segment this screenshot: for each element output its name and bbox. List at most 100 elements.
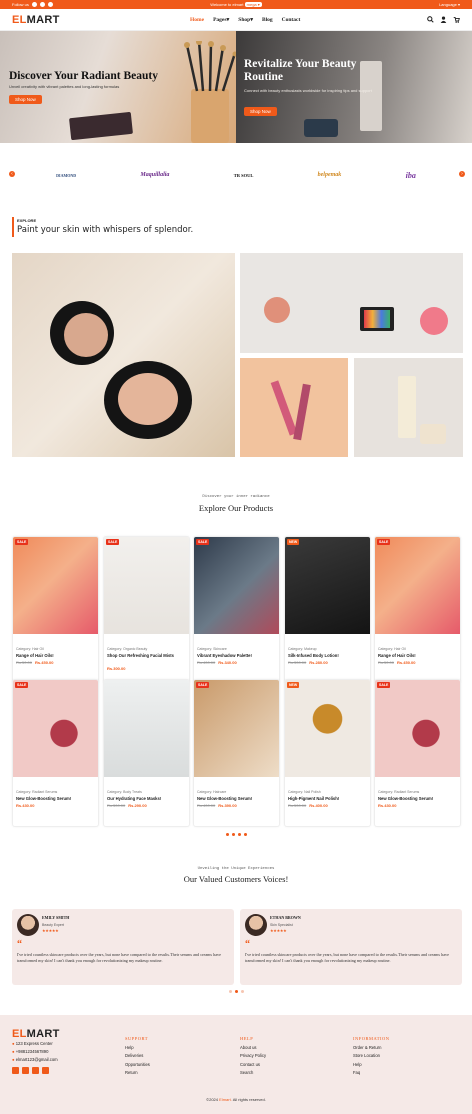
nav-contact[interactable]: Contact <box>282 17 301 23</box>
footer-link[interactable]: Search <box>240 1069 266 1078</box>
nav-blog[interactable]: Blog <box>262 17 273 23</box>
product-badge: SALE <box>196 539 210 545</box>
footer-link[interactable]: Privacy Policy <box>240 1052 266 1061</box>
product-price: Rs.50.00 Rs.450.00 <box>16 660 53 665</box>
address: ● 123 Express Center <box>12 1041 53 1046</box>
facebook-icon[interactable] <box>12 1067 19 1074</box>
product-image[interactable] <box>285 537 370 634</box>
product-image[interactable] <box>285 680 370 777</box>
brand-trsoul-logo[interactable]: TR SOUL <box>234 173 254 178</box>
facebook-icon[interactable] <box>31 2 37 7</box>
footer-information: INFORMATION Order & Return Store Locatio… <box>353 1035 390 1078</box>
email[interactable]: ● elmart123@gmail.com <box>12 1056 58 1064</box>
footer-link[interactable]: Deliveries <box>125 1052 150 1061</box>
quote-icon: “ <box>17 939 22 950</box>
hero-1-title: Discover Your Radiant Beauty <box>9 70 158 82</box>
footer-link[interactable]: Order & Return <box>353 1044 390 1053</box>
product-card[interactable]: SALE Category: Radiant Serums New Glow-Boo… <box>374 679 461 827</box>
twitter-icon[interactable] <box>47 2 53 7</box>
product-card[interactable]: SALE Category: Hair Oil Range of Hair Oils… <box>374 536 461 684</box>
product-name[interactable]: New Glow-Boosting Serum! <box>197 796 279 801</box>
search-icon[interactable] <box>427 16 434 23</box>
cart-icon[interactable] <box>453 16 460 23</box>
nav-home[interactable]: Home <box>190 17 204 23</box>
welcome-dropdown[interactable]: mega ▾ <box>244 2 262 7</box>
product-image[interactable] <box>13 537 98 634</box>
brand-diamond-logo[interactable]: DIAMOND <box>56 173 76 178</box>
product-name[interactable]: Range of Hair Oils! <box>378 653 460 658</box>
product-image[interactable] <box>375 680 460 777</box>
nav-pages[interactable]: Pages▾ <box>213 17 229 23</box>
footer: ELMART ● 123 Express Center ● +988123456… <box>0 1015 472 1114</box>
product-image[interactable] <box>104 680 189 777</box>
product-card[interactable]: SALE Category: Skincare Vibrant Eyeshadow … <box>193 536 280 684</box>
twitter-icon[interactable] <box>32 1067 39 1074</box>
hero-2-text: Connect with beauty enthusiasts worldwid… <box>244 88 372 93</box>
instagram-icon[interactable] <box>39 2 45 7</box>
page-dot[interactable] <box>228 990 232 993</box>
welcome-text: Welcome to elmart mega ▾ <box>210 2 262 7</box>
brand-maquillalia-logo[interactable]: Maquillalia <box>140 172 169 178</box>
footer-support: SUPPORT Help Deliveries Opportunities Re… <box>125 1035 150 1078</box>
hero-1-shop-button[interactable]: Shop Now <box>9 95 42 104</box>
nav-shop[interactable]: Shop▾ <box>238 17 253 23</box>
product-name[interactable]: Silk-Infused Body Lotion! <box>288 653 370 658</box>
product-card[interactable]: SALE Category: Radiant Serums New Glow-Boo… <box>12 679 99 827</box>
page-dot[interactable] <box>243 833 247 836</box>
footer-link[interactable]: Contact us <box>240 1061 266 1070</box>
product-name[interactable]: High-Pigment Nail Polish! <box>288 796 370 801</box>
product-card[interactable]: SALE Category: Haircare New Glow-Boosting … <box>193 679 280 827</box>
page-dot[interactable] <box>237 833 241 836</box>
product-image[interactable] <box>194 537 279 634</box>
product-name[interactable]: New Glow-Boosting Serum! <box>378 796 460 801</box>
user-icon[interactable] <box>440 16 447 23</box>
instagram-icon[interactable] <box>42 1067 49 1074</box>
products-subtitle: Discover your inner radiance <box>202 495 270 499</box>
footer-link[interactable]: Return <box>125 1069 150 1078</box>
brand-iba-logo[interactable]: iba <box>406 171 416 180</box>
product-image[interactable] <box>375 537 460 634</box>
product-image[interactable] <box>104 537 189 634</box>
page-dot[interactable] <box>225 833 229 836</box>
footer-link[interactable]: Help <box>353 1061 390 1070</box>
phone[interactable]: ● +9881234567890 <box>12 1048 58 1056</box>
product-card[interactable]: NEW Category: Nail Polish High-Pigment Nai… <box>284 679 371 827</box>
youtube-icon[interactable] <box>22 1067 29 1074</box>
footer-link[interactable]: Store Location <box>353 1052 390 1061</box>
language-select[interactable]: Language ▾ <box>439 2 460 7</box>
products-title: Explore Our Products <box>198 503 274 513</box>
brand-belpemak-logo[interactable]: belpemak <box>318 172 342 178</box>
footer-link[interactable]: Opportunities <box>125 1061 150 1070</box>
page-dot[interactable] <box>234 990 238 993</box>
product-badge: SALE <box>196 682 210 688</box>
product-card[interactable]: NEW Category: Makeup Silk-Infused Body Lot… <box>284 536 371 684</box>
product-name[interactable]: Our Hydrating Face Masks! <box>107 796 189 801</box>
footer-logo[interactable]: ELMART <box>12 1028 60 1040</box>
logo[interactable]: ELMART <box>12 14 60 26</box>
testimonial-role: Skin Specialist <box>270 923 293 927</box>
hero-1-text: Unveil creativity with vibrant palettes … <box>9 84 120 89</box>
sale-price: Rs.450.00 <box>35 660 54 665</box>
main-nav: ELMART Home Pages▾ Shop▾ Blog Contact <box>0 9 472 31</box>
product-name[interactable]: Vibrant Eyeshadow Palette! <box>197 653 279 658</box>
hero-2-shop-button[interactable]: Shop Now <box>244 107 277 116</box>
product-card[interactable]: SALE Category: Hair Oil Range of Hair Oils… <box>12 536 99 684</box>
footer-link[interactable]: About us <box>240 1044 266 1053</box>
product-card[interactable]: Category: Body Treats Our Hydrating Face … <box>103 679 190 827</box>
footer-link[interactable]: Help <box>125 1044 150 1053</box>
old-price: Rs.400.00 <box>197 803 216 808</box>
product-image[interactable] <box>194 680 279 777</box>
page-dot[interactable] <box>231 833 235 836</box>
testimonial-text: I've tried countless skincare products o… <box>17 952 222 963</box>
page-dot[interactable] <box>240 990 244 993</box>
footer-link[interactable]: Faq <box>353 1069 390 1078</box>
product-name[interactable]: Range of Hair Oils! <box>16 653 98 658</box>
product-price: Rs.50.00 Rs.450.00 <box>378 660 415 665</box>
product-image[interactable] <box>13 680 98 777</box>
product-name[interactable]: Shop Our Refreshing Facial Mists <box>107 653 189 658</box>
product-category: Category: Hair Oil <box>378 647 406 651</box>
sale-price: Rs.280.00 <box>309 660 328 665</box>
product-name[interactable]: New Glow-Boosting Serum! <box>16 796 98 801</box>
sale-price: Rs.430.00 <box>16 803 35 808</box>
product-card[interactable]: SALE Category: Organic Beauty Shop Our Ref… <box>103 536 190 684</box>
